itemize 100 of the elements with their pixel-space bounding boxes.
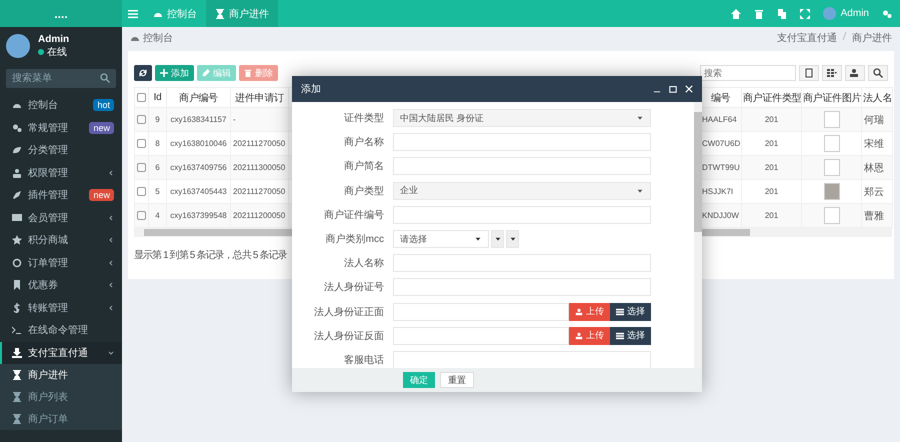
star-icon [12,235,22,246]
circle-icon [12,258,22,268]
user-menu-button[interactable] [845,65,865,81]
home-icon [730,8,741,18]
avatar [6,34,30,58]
pencil-icon [202,69,210,77]
refresh-button[interactable] [134,65,152,81]
dialog-title: 添加 [301,82,322,96]
sidebar-item[interactable]: 权限管理 [0,162,122,184]
table-cell: 何瑞 [862,108,892,132]
input-field[interactable] [393,133,651,152]
choose-button[interactable]: 选择 [610,302,651,321]
field-label: 法人身份证号 [323,280,384,294]
hourglass-icon [12,414,22,424]
user-status: 在线 [47,46,67,58]
list-icon [616,332,624,340]
field-label: 商户证件编号 [323,208,384,222]
menu-icon [128,8,138,18]
table-cell: 202111300050 [230,156,288,180]
download-icon [12,348,22,358]
select-field[interactable]: 请选择 [393,230,489,248]
sidebar-item[interactable]: 常规管理 new [0,116,122,139]
sidebar-subitem[interactable]: 商户进件 [0,364,122,386]
select-field[interactable]: 中国大陆居民 身份证 [393,109,651,128]
sidebar-item[interactable]: 在线命令管理 [0,319,122,342]
sidebar-item[interactable]: 转账管理 [0,296,122,319]
pagination-summary: 显示第 1 到第 5 条记录，总共 5 条记录 [134,248,288,262]
upload-button[interactable]: 上传 [569,326,610,345]
row-checkbox[interactable] [137,211,146,220]
field-label: 法人名称 [343,256,384,270]
input-field[interactable] [393,326,569,345]
close-icon [685,85,693,93]
sidebar-item[interactable]: 控制台 hot [0,94,122,116]
input-field[interactable] [393,157,651,176]
maximize-icon [669,85,677,93]
menu-badge: new [89,122,114,134]
leaf-icon [12,145,22,156]
bookmark-icon [12,280,22,290]
caret-icon [474,235,482,244]
row-checkbox[interactable] [137,139,146,148]
sidebar-item[interactable]: 分类管理 [0,139,122,162]
status-dot-icon [38,48,44,54]
select-field[interactable]: 企业 [393,182,651,200]
breadcrumb-link[interactable]: 支付宝直付通 [777,31,837,45]
table-cell: 林恩 [862,156,892,180]
export-button[interactable] [799,65,819,81]
field-label: 证件类型 [343,112,384,126]
expand-icon [800,8,810,18]
row-checkbox[interactable] [137,163,146,172]
list-icon [616,308,624,316]
search-icon [873,68,883,78]
documents-icon [776,8,787,18]
table-cell: 曹雅 [862,204,892,228]
menu-search-field[interactable]: 搜索菜单 [6,69,116,88]
sidebar-item[interactable]: 订单管理 [0,252,122,274]
field-label: 客服电话 [343,354,384,367]
sidebar-item[interactable]: 会员管理 [0,206,122,229]
sidebar-item[interactable]: 支付宝直付通 [0,342,122,364]
input-field[interactable] [393,206,651,224]
reset-button[interactable]: 重置 [440,372,474,388]
field-label: 商户简名 [343,160,384,174]
field-label: 商户名称 [343,136,384,150]
table-cell: 201 [742,108,802,132]
table-cell: 4 [148,204,166,228]
select-all-checkbox[interactable] [137,92,146,102]
search-button[interactable] [868,65,888,81]
table-cell: cxy1637399548 [166,204,230,228]
refresh-icon [139,69,147,77]
field-label: 商户类型 [343,184,384,198]
sidebar-item[interactable]: 优惠券 [0,274,122,296]
field-label: 法人身份证反面 [313,330,384,343]
photo-placeholder[interactable] [824,183,840,200]
sidebar-subitem[interactable]: 商户列表 [0,386,122,408]
sidebar-subitem[interactable]: 商户订单 [0,408,122,430]
columns-button[interactable] [822,65,842,81]
trash-icon [754,8,764,18]
table-search-field[interactable]: 搜索 [700,65,796,81]
table-cell: cxy1638341157 [166,108,230,132]
input-field[interactable] [393,350,651,368]
plus-icon [160,69,168,77]
gears-icon [882,8,892,18]
upload-button[interactable]: 上传 [569,302,610,321]
choose-button[interactable]: 选择 [610,326,651,345]
select-field[interactable] [506,230,519,248]
sidebar-item[interactable]: 插件管理 new [0,184,122,206]
table-cell: 201 [742,204,802,228]
vertical-scrollbar[interactable] [694,102,702,368]
grid-icon [827,68,837,78]
input-field[interactable] [393,302,569,321]
table-cell: 6 [148,156,166,180]
row-checkbox[interactable] [137,187,146,196]
breadcrumb-separator-icon [842,31,847,41]
sidebar-item[interactable]: 积分商城 [0,229,122,252]
input-field[interactable] [393,278,651,296]
user-icon [850,68,860,78]
select-field[interactable] [491,230,504,248]
row-checkbox[interactable] [137,115,146,124]
input-field[interactable] [393,254,651,272]
hourglass-icon [12,370,22,380]
breadcrumb-link[interactable]: 商户进件 [852,31,892,45]
